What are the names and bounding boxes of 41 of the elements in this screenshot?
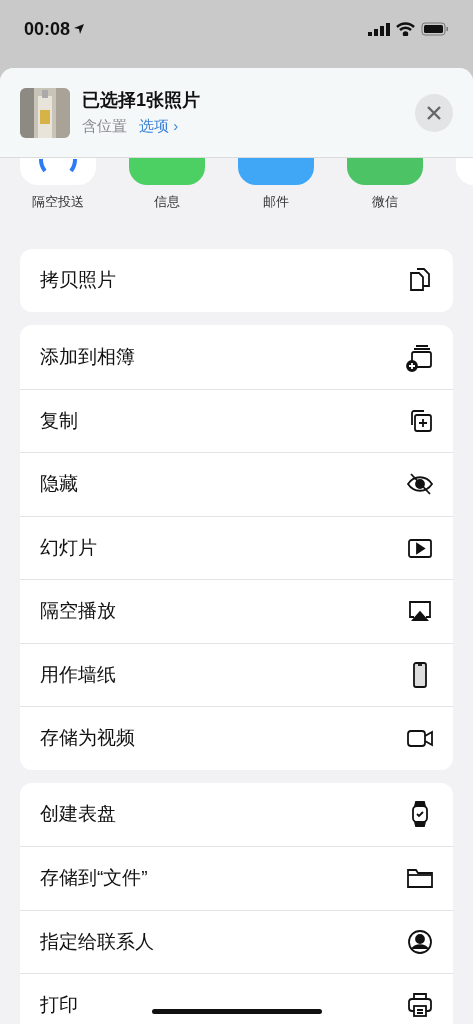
- action-row[interactable]: 存储为视频: [20, 706, 453, 770]
- close-icon: [427, 105, 441, 120]
- app-label: 微信: [372, 193, 398, 211]
- action-row[interactable]: 添加到相簿: [20, 325, 453, 389]
- header-subtitle: 含位置: [82, 116, 127, 137]
- messages-app-icon[interactable]: [129, 158, 205, 185]
- action-row[interactable]: 隔空播放: [20, 579, 453, 643]
- location-arrow-icon: [73, 23, 86, 35]
- status-time: 00:08: [24, 17, 71, 41]
- action-label: 幻灯片: [40, 535, 97, 560]
- action-label: 隐藏: [40, 472, 78, 496]
- action-label: 存储到“文件”: [40, 866, 148, 890]
- action-row[interactable]: 隐藏: [20, 452, 453, 516]
- app-label: 邮件: [263, 193, 289, 211]
- app-label: 信息: [154, 193, 180, 211]
- wechat-app-icon[interactable]: [347, 158, 423, 185]
- action-label: 拷贝照片: [40, 268, 116, 292]
- signal-icon: [368, 22, 390, 36]
- action-label: 打印: [40, 993, 78, 1017]
- mail-app-icon[interactable]: [238, 158, 314, 185]
- action-row[interactable]: 创建表盘: [20, 782, 453, 846]
- airdrop-app-icon[interactable]: [20, 158, 96, 185]
- action-label: 用作墙纸: [40, 662, 116, 687]
- action-row[interactable]: 复制: [20, 388, 453, 452]
- action-row[interactable]: 幻灯片: [20, 515, 453, 579]
- action-row[interactable]: 用作墙纸: [20, 642, 453, 706]
- header-title: 已选择1张照片: [82, 89, 201, 113]
- battery-icon: [421, 22, 449, 36]
- action-label: 创建表盘: [40, 802, 116, 826]
- app-label: 隔空投送: [32, 193, 84, 211]
- action-row[interactable]: 拷贝照片: [20, 248, 453, 312]
- action-label: 复制: [40, 408, 78, 433]
- action-label: 隔空播放: [40, 599, 116, 623]
- action-row[interactable]: 指定给联系人: [20, 909, 453, 973]
- action-label: 添加到相簿: [40, 344, 135, 369]
- close-button[interactable]: [415, 93, 453, 132]
- action-label: 指定给联系人: [40, 929, 154, 954]
- action-row[interactable]: 存储到“文件”: [20, 846, 453, 910]
- action-label: 存储为视频: [40, 726, 135, 750]
- options-link[interactable]: 选项 ›: [139, 115, 179, 138]
- wifi-icon: [396, 22, 415, 36]
